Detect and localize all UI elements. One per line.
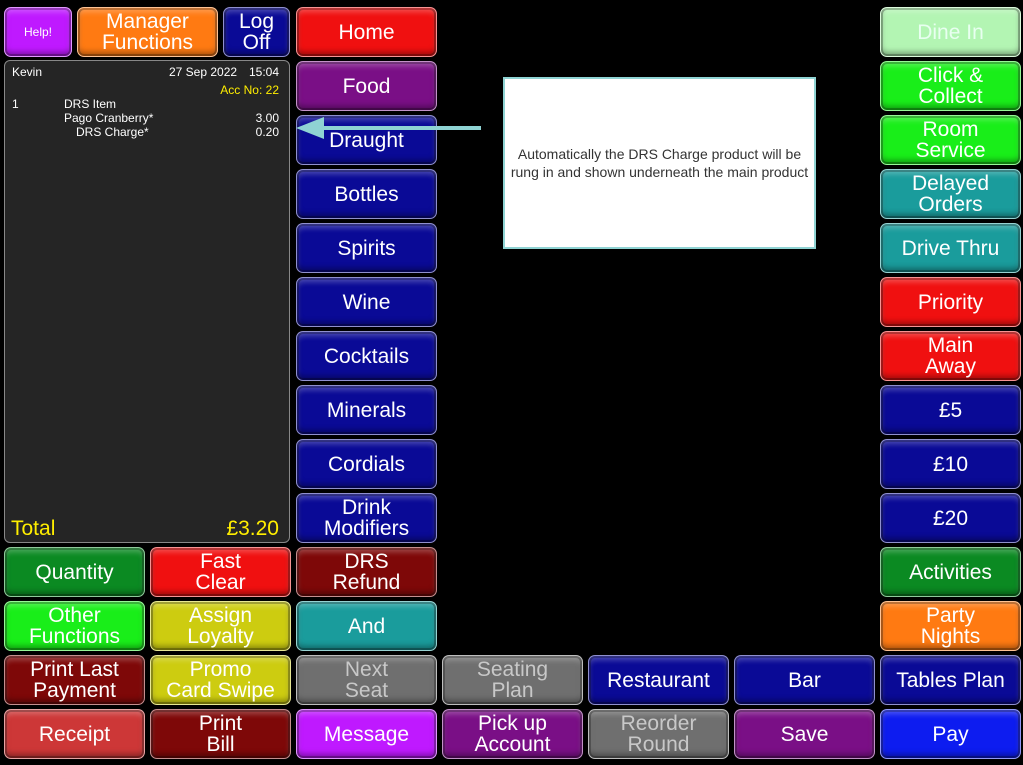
- line-price: 0.20: [255, 125, 279, 139]
- help-button[interactable]: Help!: [4, 7, 72, 57]
- line-qty: 1: [12, 97, 19, 111]
- party-nights-button[interactable]: Party Nights: [880, 601, 1021, 651]
- total-label: Total: [11, 517, 56, 540]
- category-cordials[interactable]: Cordials: [296, 439, 437, 489]
- account-number: Acc No: 22: [220, 83, 279, 97]
- order-time: 15:04: [249, 65, 280, 79]
- message-button[interactable]: Message: [296, 709, 437, 759]
- category-cocktails[interactable]: Cocktails: [296, 331, 437, 381]
- main-away-button[interactable]: Main Away: [880, 331, 1021, 381]
- promo-card-swipe-button[interactable]: Promo Card Swipe: [150, 655, 291, 705]
- category-home[interactable]: Home: [296, 7, 437, 57]
- manager-functions-button[interactable]: Manager Functions: [77, 7, 218, 57]
- print-last-payment-button[interactable]: Print Last Payment: [4, 655, 145, 705]
- assign-loyalty-button[interactable]: Assign Loyalty: [150, 601, 291, 651]
- click-collect-button[interactable]: Click & Collect: [880, 61, 1021, 111]
- category-spirits[interactable]: Spirits: [296, 223, 437, 273]
- total-value: £3.20: [226, 517, 279, 540]
- pick-up-account-button[interactable]: Pick up Account: [442, 709, 583, 759]
- annotation-text: Automatically the DRS Charge product wil…: [510, 146, 809, 180]
- dine-in-button[interactable]: Dine In: [880, 7, 1021, 57]
- user-name: Kevin: [12, 65, 43, 79]
- line-desc: Pago Cranberry*: [64, 111, 154, 125]
- fast-clear-button[interactable]: Fast Clear: [150, 547, 291, 597]
- drive-thru-button[interactable]: Drive Thru: [880, 223, 1021, 273]
- priority-button[interactable]: Priority: [880, 277, 1021, 327]
- category-minerals[interactable]: Minerals: [296, 385, 437, 435]
- log-off-button[interactable]: Log Off: [223, 7, 290, 57]
- and-button[interactable]: And: [296, 601, 437, 651]
- delayed-orders-button[interactable]: Delayed Orders: [880, 169, 1021, 219]
- save-button[interactable]: Save: [734, 709, 875, 759]
- order-date: 27 Sep 2022: [169, 65, 238, 79]
- category-wine[interactable]: Wine: [296, 277, 437, 327]
- receipt-button[interactable]: Receipt: [4, 709, 145, 759]
- other-functions-button[interactable]: Other Functions: [4, 601, 145, 651]
- order-receipt-panel: Kevin 27 Sep 2022 15:04 Acc No: 22 1 DRS…: [4, 60, 290, 543]
- cash-10-button[interactable]: £10: [880, 439, 1021, 489]
- quantity-button[interactable]: Quantity: [4, 547, 145, 597]
- line-price: 3.00: [255, 111, 279, 125]
- category-food[interactable]: Food: [296, 61, 437, 111]
- restaurant-button[interactable]: Restaurant: [588, 655, 729, 705]
- tables-plan-button[interactable]: Tables Plan: [880, 655, 1021, 705]
- print-bill-button[interactable]: Print Bill: [150, 709, 291, 759]
- category-drink-modifiers[interactable]: Drink Modifiers: [296, 493, 437, 543]
- next-seat-button[interactable]: Next Seat: [296, 655, 437, 705]
- category-bottles[interactable]: Bottles: [296, 169, 437, 219]
- line-desc: DRS Charge*: [76, 125, 149, 139]
- room-service-button[interactable]: Room Service: [880, 115, 1021, 165]
- bar-button[interactable]: Bar: [734, 655, 875, 705]
- arrow-icon: [296, 117, 481, 139]
- drs-refund-button[interactable]: DRS Refund: [296, 547, 437, 597]
- pay-button[interactable]: Pay: [880, 709, 1021, 759]
- reorder-round-button[interactable]: Reorder Round: [588, 709, 729, 759]
- line-desc: DRS Item: [64, 97, 117, 111]
- annotation-callout: Automatically the DRS Charge product wil…: [503, 77, 816, 249]
- cash-5-button[interactable]: £5: [880, 385, 1021, 435]
- activities-button[interactable]: Activities: [880, 547, 1021, 597]
- cash-20-button[interactable]: £20: [880, 493, 1021, 543]
- seating-plan-button[interactable]: Seating Plan: [442, 655, 583, 705]
